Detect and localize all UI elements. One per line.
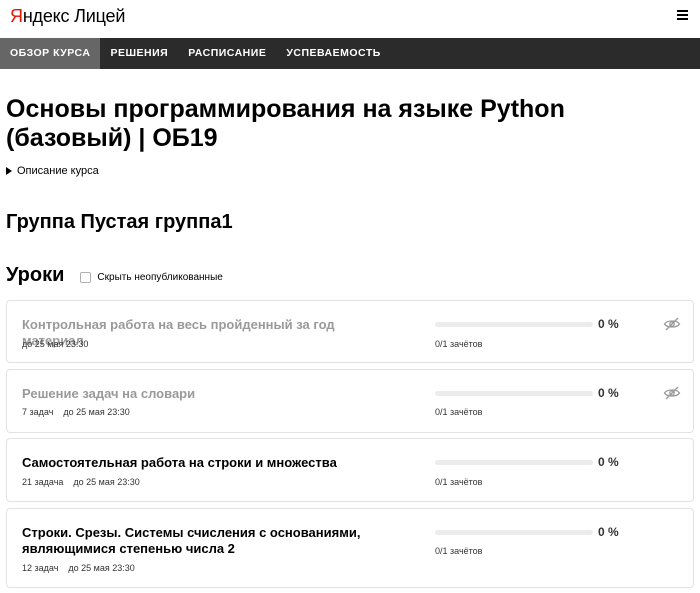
lesson-deadline: до 25 мая 23:30 xyxy=(68,563,135,573)
lesson-card[interactable]: Контрольная работа на весь пройденный за… xyxy=(6,300,694,363)
lesson-progress-bar xyxy=(435,391,593,396)
lesson-percent: 0 % xyxy=(598,317,619,331)
course-description-toggle[interactable]: Описание курса xyxy=(6,165,99,177)
lesson-credits: 0/1 зачётов xyxy=(435,477,483,487)
lesson-credits: 0/1 зачётов xyxy=(435,546,483,556)
lessons-title: Уроки xyxy=(6,264,65,286)
hide-unpublished-checkbox[interactable] xyxy=(80,271,92,283)
lesson-card[interactable]: Самостоятельная работа на строки и множе… xyxy=(6,438,694,502)
disclosure-triangle-icon xyxy=(6,167,12,175)
lesson-meta: 12 задач до 25 мая 23:30 xyxy=(22,563,135,573)
hamburger-menu-icon[interactable] xyxy=(677,10,688,20)
lesson-title[interactable]: Самостоятельная работа на строки и множе… xyxy=(22,455,382,471)
hide-unpublished-label: Скрыть неопубликованные xyxy=(97,271,223,283)
logo-yandex: Яндекс xyxy=(10,6,70,26)
group-title: Группа Пустая группа1 xyxy=(6,211,233,233)
lesson-deadline: до 25 мая 23:30 xyxy=(63,407,130,417)
lesson-percent: 0 % xyxy=(598,455,619,469)
lesson-percent: 0 % xyxy=(598,525,619,539)
header: Яндекс Лицей xyxy=(0,0,700,38)
eye-crossed-icon xyxy=(663,317,681,331)
lesson-credits: 0/1 зачётов xyxy=(435,339,483,349)
tab-solutions[interactable]: РЕШЕНИЯ xyxy=(100,38,178,69)
lesson-card[interactable]: Решение задач на словари 7 задач до 25 ма… xyxy=(6,369,694,433)
lesson-title[interactable]: Строки. Срезы. Системы счисления с основ… xyxy=(22,525,382,557)
lesson-meta: 7 задач до 25 мая 23:30 xyxy=(22,407,130,417)
tab-schedule[interactable]: РАСПИСАНИЕ xyxy=(178,38,276,69)
lesson-progress-bar xyxy=(435,460,593,465)
course-title: Основы программирования на языке Python … xyxy=(6,95,565,152)
yandex-lyceum-logo[interactable]: Яндекс Лицей xyxy=(10,6,125,27)
lesson-deadline: до 25 мая 23:30 xyxy=(73,477,140,487)
eye-crossed-icon xyxy=(663,386,681,400)
lesson-credits: 0/1 зачётов xyxy=(435,407,483,417)
lesson-task-count: 7 задач xyxy=(22,407,54,417)
hide-unpublished-toggle[interactable]: Скрыть неопубликованные xyxy=(80,271,223,283)
lesson-title[interactable]: Решение задач на словари xyxy=(22,386,382,402)
course-description-label: Описание курса xyxy=(17,165,99,177)
lesson-meta: 21 задача до 25 мая 23:30 xyxy=(22,477,140,487)
lesson-task-count: 21 задача xyxy=(22,477,64,487)
course-nav: ОБЗОР КУРСА РЕШЕНИЯ РАСПИСАНИЕ УСПЕВАЕМО… xyxy=(0,38,700,69)
tab-course-overview[interactable]: ОБЗОР КУРСА xyxy=(0,38,101,69)
tab-progress[interactable]: УСПЕВАЕМОСТЬ xyxy=(276,38,391,69)
logo-lyceum: Лицей xyxy=(74,6,126,26)
lesson-deadline: до 25 мая 23:30 xyxy=(22,339,89,349)
lesson-progress-bar xyxy=(435,530,593,535)
lessons-header: Уроки Скрыть неопубликованные xyxy=(6,264,223,287)
lesson-task-count: 12 задач xyxy=(22,563,59,573)
lesson-card[interactable]: Строки. Срезы. Системы счисления с основ… xyxy=(6,508,694,588)
lesson-progress-bar xyxy=(435,322,593,327)
lesson-meta: до 25 мая 23:30 xyxy=(22,339,88,349)
lesson-percent: 0 % xyxy=(598,386,619,400)
